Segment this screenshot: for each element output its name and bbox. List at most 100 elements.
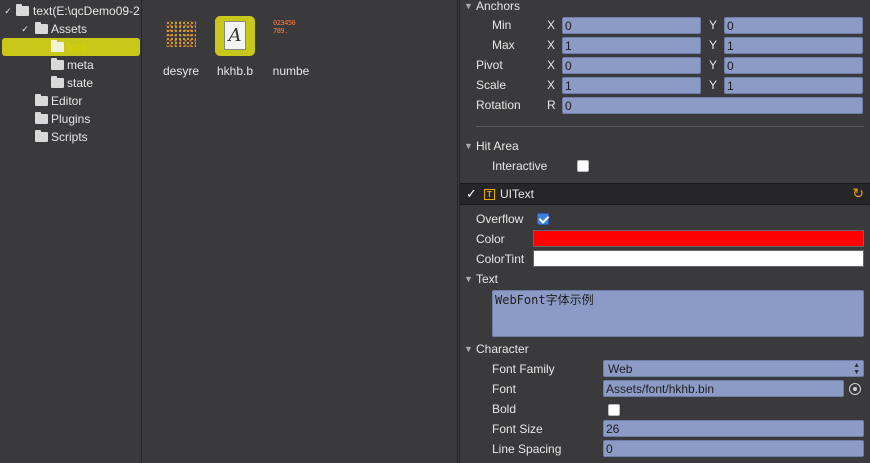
asset-browser-panel: desyre A hkhb.b 023456 789. numbe	[143, 0, 458, 463]
chevron-down-icon[interactable]: ✓	[2, 2, 14, 20]
text-component-icon: T	[484, 189, 495, 200]
section-title: Text	[476, 272, 499, 286]
section-title: Character	[476, 342, 529, 356]
tree-item-plugins[interactable]: Plugins	[2, 110, 140, 128]
anchors-max-x-field[interactable]: 1	[562, 37, 701, 54]
component-title: UIText	[500, 187, 535, 201]
pivot-x-field[interactable]: 0	[562, 57, 701, 74]
font-file-icon: A	[215, 16, 255, 56]
tree-item-label: Assets	[51, 22, 88, 36]
tree-item-meta[interactable]: meta	[2, 56, 140, 74]
rotation-label: Rotation	[476, 98, 521, 112]
folder-icon	[51, 40, 64, 52]
bitmap-font-texture-icon	[161, 16, 201, 56]
asset-tile[interactable]: desyre	[157, 16, 205, 78]
triangle-down-icon[interactable]: ▼	[464, 0, 473, 15]
plugin-folder-icon	[35, 112, 48, 124]
colortint-label: ColorTint	[476, 252, 525, 266]
triangle-down-icon[interactable]: ▼	[464, 137, 473, 155]
inspector-panel: ▼ Anchors Min X 0 Y 0 Max X 1 Y 1 Pivot …	[459, 0, 870, 463]
scale-x-field[interactable]: 1	[562, 77, 701, 94]
folder-icon	[51, 76, 64, 88]
folder-icon	[16, 4, 29, 16]
chevron-down-icon[interactable]: ✓	[466, 186, 477, 202]
axis-y-label: Y	[709, 38, 718, 52]
uitext-component-header[interactable]: ✓ T UIText ↻	[460, 183, 870, 205]
axis-x-label: X	[547, 58, 556, 72]
anchors-min-label: Min	[492, 18, 512, 32]
asset-tile-selected[interactable]: A hkhb.b	[211, 16, 259, 78]
divider	[476, 126, 864, 127]
tree-item-label: text(E:\qcDemo09-2	[33, 4, 140, 18]
section-text[interactable]: ▼ Text	[460, 270, 870, 288]
section-anchors[interactable]: ▼ Anchors	[460, 0, 870, 15]
axis-x-label: X	[547, 18, 556, 32]
text-content-textarea[interactable]: WebFont字体示例	[492, 290, 864, 337]
axis-y-label: Y	[709, 18, 718, 32]
tree-item-label: font	[67, 40, 88, 54]
font-size-field[interactable]: 26	[603, 420, 864, 437]
folder-icon	[51, 58, 64, 70]
asset-tile[interactable]: 023456 789. numbe	[267, 16, 315, 78]
number-font-texture-icon: 023456 789.	[273, 19, 296, 35]
pivot-label: Pivot	[476, 58, 503, 72]
font-label: Font	[492, 382, 517, 396]
tree-item-scripts[interactable]: Scripts	[2, 128, 140, 146]
tree-item-assets[interactable]: ✓ Assets	[2, 20, 140, 38]
axis-x-label: X	[547, 78, 556, 92]
pivot-y-field[interactable]: 0	[724, 57, 863, 74]
folder-icon	[35, 94, 48, 106]
line-spacing-field[interactable]: 0	[603, 440, 864, 457]
folder-icon	[35, 22, 48, 34]
color-label: Color	[476, 232, 505, 246]
object-picker-icon[interactable]	[849, 383, 861, 395]
tree-item-label: Scripts	[51, 130, 88, 144]
font-family-select[interactable]: Web ▲ ▼	[603, 360, 864, 377]
section-hit-area[interactable]: ▼ Hit Area	[460, 137, 870, 155]
bold-label: Bold	[492, 402, 517, 416]
asset-name: numbe	[272, 64, 310, 78]
font-size-label: Font Size	[492, 422, 543, 436]
font-family-value: Web	[608, 362, 633, 376]
interactive-checkbox[interactable]	[577, 160, 589, 172]
triangle-down-icon[interactable]: ▼	[464, 270, 473, 288]
anchors-max-y-field[interactable]: 1	[724, 37, 863, 54]
tree-item-editor[interactable]: Editor	[2, 92, 140, 110]
font-path-field[interactable]: Assets/font/hkhb.bin	[603, 380, 844, 397]
select-arrows-icon: ▲ ▼	[853, 362, 860, 376]
tree-item-state[interactable]: state	[2, 74, 140, 92]
refresh-icon[interactable]: ↻	[852, 185, 864, 202]
axis-y-label: Y	[709, 78, 718, 92]
axis-x-label: X	[547, 38, 556, 52]
anchors-max-label: Max	[492, 38, 515, 52]
font-family-label: Font Family	[492, 362, 555, 376]
overflow-checkbox[interactable]	[537, 213, 549, 225]
bold-checkbox[interactable]	[608, 404, 620, 416]
tree-item-root[interactable]: ✓ text(E:\qcDemo09-2	[2, 2, 140, 20]
axis-r-label: R	[547, 98, 556, 112]
section-character[interactable]: ▼ Character	[460, 340, 870, 358]
interactive-label: Interactive	[492, 159, 548, 173]
triangle-down-icon[interactable]: ▼	[464, 340, 473, 358]
tree-item-label: meta	[67, 58, 94, 72]
anchors-min-y-field[interactable]: 0	[724, 17, 863, 34]
tree-item-label: Editor	[51, 94, 83, 108]
anchors-min-x-field[interactable]: 0	[562, 17, 701, 34]
scale-y-field[interactable]: 1	[724, 77, 863, 94]
tree-item-label: state	[67, 76, 94, 90]
colortint-swatch[interactable]	[533, 250, 864, 267]
section-title: Anchors	[476, 0, 521, 13]
line-spacing-label: Line Spacing	[492, 442, 562, 456]
axis-y-label: Y	[709, 58, 718, 72]
folder-icon	[35, 130, 48, 142]
tree-item-label: Plugins	[51, 112, 91, 126]
scale-label: Scale	[476, 78, 507, 92]
chevron-down-icon[interactable]: ✓	[19, 20, 31, 38]
tree-item-font[interactable]: font	[2, 38, 140, 56]
color-swatch[interactable]	[533, 230, 864, 247]
asset-name: hkhb.b	[216, 64, 254, 78]
rotation-field[interactable]: 0	[562, 97, 863, 114]
section-title: Hit Area	[476, 139, 519, 153]
overflow-label: Overflow	[476, 212, 524, 226]
project-tree-panel: ✓ text(E:\qcDemo09-2 ✓ Assets font meta …	[0, 0, 142, 463]
